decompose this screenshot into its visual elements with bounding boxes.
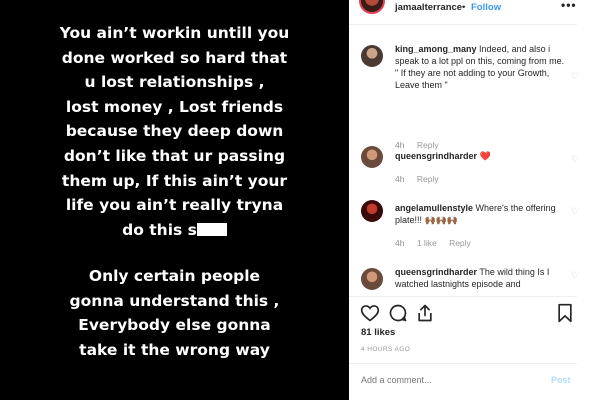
comment-avatar[interactable]: [361, 268, 383, 290]
comment-like-count[interactable]: 1 like: [417, 238, 437, 248]
story-line: Only certain people: [88, 267, 261, 285]
actions-divider: [349, 296, 577, 297]
post-comment-button[interactable]: Post: [551, 375, 571, 385]
post-header: jamaalterrance • Follow •••: [349, 0, 577, 18]
like-heart-icon[interactable]: [360, 303, 380, 323]
story-line: life you ain’t really tryna: [65, 196, 284, 215]
comments-list[interactable]: king_among_many Indeed, and also i speak…: [349, 25, 595, 296]
comment-body: king_among_many Indeed, and also i speak…: [395, 43, 565, 91]
story-line: gonna understand this ,: [69, 291, 280, 310]
story-line-text: do this s: [122, 220, 197, 239]
action-bar: [349, 303, 579, 325]
like-comment-heart-icon[interactable]: ♡: [571, 206, 579, 217]
add-comment-input[interactable]: [361, 375, 541, 385]
post-sidebar: jamaalterrance • Follow ••• king_among_m…: [349, 0, 595, 400]
follow-button[interactable]: Follow: [471, 2, 501, 13]
more-options-icon[interactable]: •••: [561, 0, 577, 12]
story-line: lost money , Lost friends: [65, 97, 284, 116]
post-image[interactable]: You ain’t workin untill you done worked …: [0, 0, 349, 400]
like-comment-heart-icon[interactable]: ♡: [571, 270, 579, 281]
story-line: Everybody else gonna: [78, 316, 271, 335]
comment-avatar[interactable]: [361, 45, 383, 67]
comment-username[interactable]: king_among_many: [395, 44, 477, 54]
comment-username[interactable]: queensgrindharder: [395, 151, 477, 161]
story-text-block-2: Only certain people gonna understand thi…: [14, 264, 335, 362]
comment-body: angelamullenstyle Where's the offering p…: [395, 202, 565, 226]
comment-meta: 4h Reply: [395, 174, 449, 184]
comment-time: 4h: [395, 140, 405, 150]
reply-button[interactable]: Reply: [417, 174, 439, 184]
page-scrollbar[interactable]: [586, 0, 595, 400]
comment-body: queensgrindharder ❤️: [395, 150, 565, 162]
likes-count[interactable]: 81 likes: [361, 327, 395, 338]
comment-time: 4h: [395, 238, 405, 248]
redaction-bar: [196, 222, 227, 236]
author-username[interactable]: jamaalterrance: [395, 2, 462, 13]
share-icon[interactable]: [415, 303, 435, 323]
bookmark-icon[interactable]: [555, 303, 575, 323]
comment-avatar[interactable]: [361, 200, 383, 222]
comment-username[interactable]: queensgrindharder: [395, 267, 477, 277]
header-separator: •: [462, 2, 466, 13]
comment-username[interactable]: angelamullenstyle: [395, 203, 473, 213]
comment-text: ❤️: [479, 151, 491, 161]
comment-body: queensgrindharder The wild thing Is I wa…: [395, 266, 565, 290]
reply-button[interactable]: Reply: [449, 238, 471, 248]
comment-avatar[interactable]: [361, 146, 383, 168]
story-line: don’t like that ur passing: [63, 146, 286, 165]
story-line-redacted: do this s: [14, 218, 335, 243]
post-timestamp[interactable]: 4 HOURS AGO: [361, 346, 410, 353]
reply-button[interactable]: Reply: [417, 140, 439, 150]
story-line: You ain’t workin untill you: [59, 24, 290, 42]
comment-meta: 4h Reply: [395, 140, 449, 150]
story-line: u lost relationships ,: [84, 73, 265, 92]
comment-meta: 4h 1 like Reply: [395, 238, 481, 248]
comment-bubble-icon[interactable]: [388, 303, 408, 323]
story-line: take it the wrong way: [79, 340, 270, 359]
like-comment-heart-icon[interactable]: ♡: [571, 71, 579, 82]
story-line: done worked so hard that: [61, 48, 288, 67]
story-line: because they deep down: [65, 122, 284, 141]
story-line: them up, If this ain’t your: [61, 171, 288, 190]
like-comment-heart-icon[interactable]: ♡: [571, 154, 579, 165]
author-avatar[interactable]: [359, 0, 385, 14]
comment-time: 4h: [395, 174, 405, 184]
composer-divider: [349, 363, 577, 364]
story-text-block-1: You ain’t workin untill you done worked …: [14, 21, 335, 242]
